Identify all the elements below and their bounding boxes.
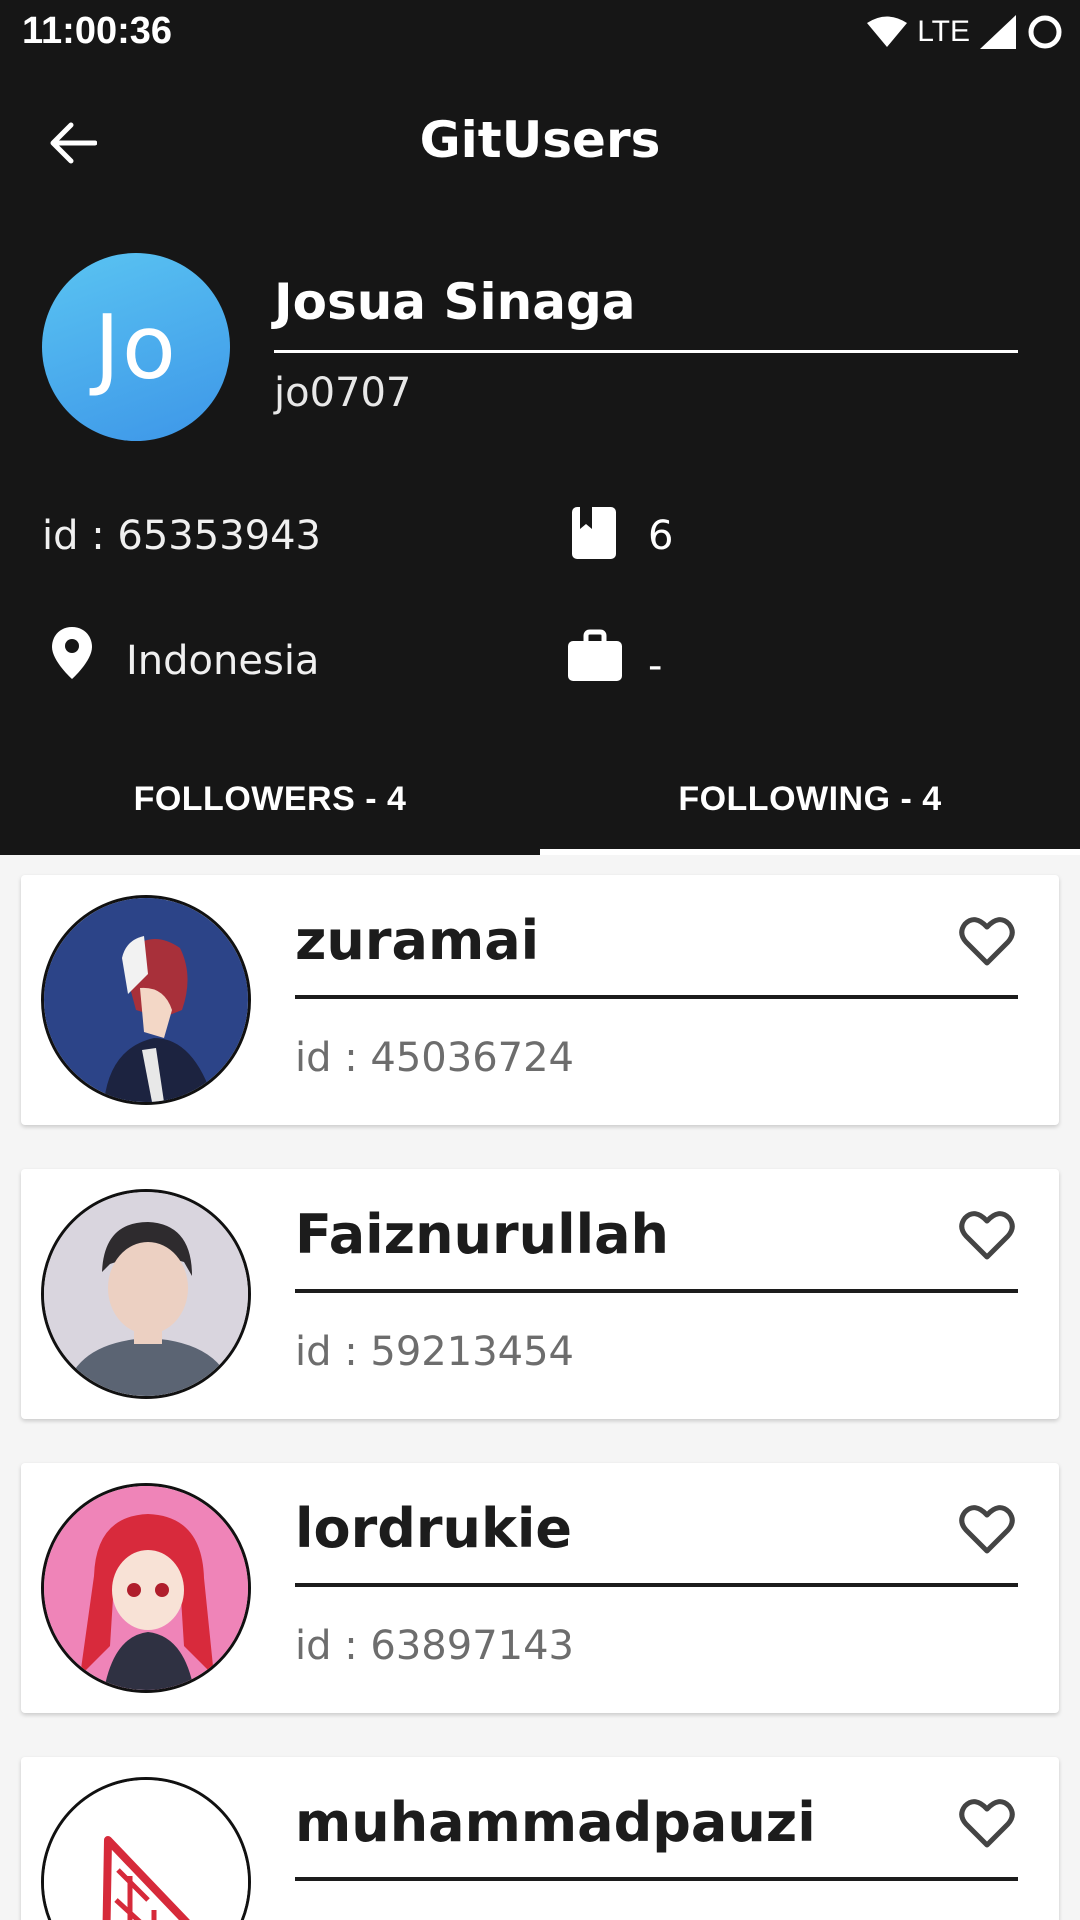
- user-name: lordrukie: [295, 1497, 573, 1560]
- user-name-divider: [295, 1289, 1018, 1293]
- name-divider: [274, 350, 1018, 353]
- battery-circle-icon: [1028, 15, 1062, 49]
- status-time: 11:00:36: [22, 10, 173, 52]
- briefcase-icon: [568, 629, 622, 681]
- status-bar: 11:00:36 LTE: [0, 0, 1080, 63]
- heart-outline-icon: [959, 917, 1015, 966]
- favorite-button[interactable]: [955, 909, 1019, 973]
- profile-location: Indonesia: [126, 638, 320, 684]
- user-name: muhammadpauzi: [295, 1791, 816, 1854]
- tab-indicator: [540, 849, 1080, 855]
- profile-name: Josua Sinaga: [274, 273, 636, 331]
- user-card[interactable]: Faiznurullah id : 59213454: [21, 1169, 1059, 1419]
- tab-followers[interactable]: FOLLOWERS - 4: [0, 743, 540, 855]
- user-id: id : 45036724: [295, 1035, 575, 1081]
- tab-following[interactable]: FOLLOWING - 4: [540, 743, 1080, 855]
- user-card[interactable]: lordrukie id : 63897143: [21, 1463, 1059, 1713]
- user-id: id : 59213454: [295, 1329, 575, 1375]
- status-icons: LTE: [867, 12, 1064, 52]
- user-avatar: [41, 1189, 251, 1399]
- profile-header: GitUsers Jo Josua Sinaga jo0707 id : 653…: [0, 63, 1080, 855]
- book-icon: [572, 507, 616, 559]
- signal-icon: [980, 15, 1016, 49]
- network-type: LTE: [917, 15, 970, 48]
- pin-icon: [52, 627, 92, 679]
- user-id: id : 63897143: [295, 1623, 575, 1669]
- profile-company: -: [648, 643, 663, 689]
- heart-outline-icon: [959, 1211, 1015, 1260]
- user-name-divider: [295, 995, 1018, 999]
- user-card[interactable]: muhammadpauzi: [21, 1757, 1059, 1920]
- user-name-divider: [295, 1583, 1018, 1587]
- profile-id: id : 65353943: [42, 513, 322, 559]
- heart-outline-icon: [959, 1505, 1015, 1554]
- wifi-icon: [867, 16, 908, 47]
- user-name: zuramai: [295, 909, 540, 972]
- heart-outline-icon: [959, 1799, 1015, 1848]
- repo-count: 6: [648, 513, 674, 559]
- user-card[interactable]: zuramai id : 45036724: [21, 875, 1059, 1125]
- user-avatar: [41, 895, 251, 1105]
- user-name-divider: [295, 1877, 1018, 1881]
- profile-avatar: Jo: [42, 253, 230, 441]
- profile-login: jo0707: [274, 370, 412, 416]
- user-avatar: [41, 1777, 251, 1920]
- user-name: Faiznurullah: [295, 1203, 669, 1266]
- avatar-initials: Jo: [94, 295, 178, 399]
- favorite-button[interactable]: [955, 1497, 1019, 1561]
- favorite-button[interactable]: [955, 1203, 1019, 1267]
- app-title: GitUsers: [419, 111, 661, 169]
- favorite-button[interactable]: [955, 1791, 1019, 1855]
- user-avatar: [41, 1483, 251, 1693]
